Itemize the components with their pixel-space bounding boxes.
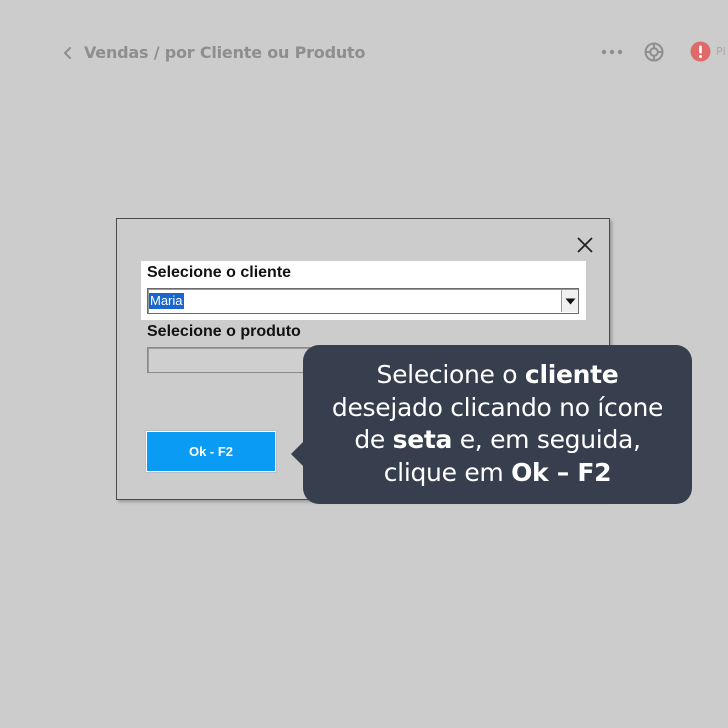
client-label: Selecione o cliente — [147, 264, 292, 281]
lifebuoy-help-icon[interactable] — [643, 41, 665, 63]
alert-label[interactable]: Pl — [716, 45, 726, 58]
caret-down-icon — [565, 298, 576, 305]
close-icon[interactable] — [576, 236, 594, 254]
tooltip-line-1: Selecione o cliente — [303, 359, 692, 392]
tooltip-line-3-bold: seta — [392, 425, 453, 454]
tooltip-line-4-text: clique em — [383, 457, 512, 487]
tooltip-line-4: clique em Ok – F2 — [303, 457, 692, 490]
tooltip-text: Selecione o cliente desejado clicando no… — [303, 359, 692, 489]
tooltip-line-4-bold: Ok – F2 — [511, 457, 612, 487]
tooltip-line-3-post: e, em seguida, — [452, 425, 641, 454]
client-dropdown-button[interactable] — [561, 290, 578, 312]
tooltip-line-1-text: Selecione o — [376, 360, 525, 389]
client-selected-value[interactable]: Maria — [149, 293, 184, 309]
alert-icon[interactable] — [690, 41, 711, 62]
tooltip-line-1-bold: cliente — [524, 360, 619, 389]
tooltip-line-2: desejado clicando no ícone — [331, 392, 664, 422]
chevron-left-icon[interactable] — [60, 44, 76, 62]
tooltip-line-3: de seta e, em seguida, — [303, 424, 692, 457]
tooltip-line-3-text: de — [354, 425, 393, 454]
client-select[interactable] — [147, 288, 579, 314]
breadcrumb[interactable]: Vendas / por Cliente ou Produto — [84, 43, 365, 62]
product-label: Selecione o produto — [147, 323, 301, 340]
ok-button[interactable]: Ok - F2 — [146, 431, 276, 472]
top-bar: Vendas / por Cliente ou Produto Pl — [0, 0, 728, 100]
more-options-icon[interactable] — [600, 44, 626, 60]
